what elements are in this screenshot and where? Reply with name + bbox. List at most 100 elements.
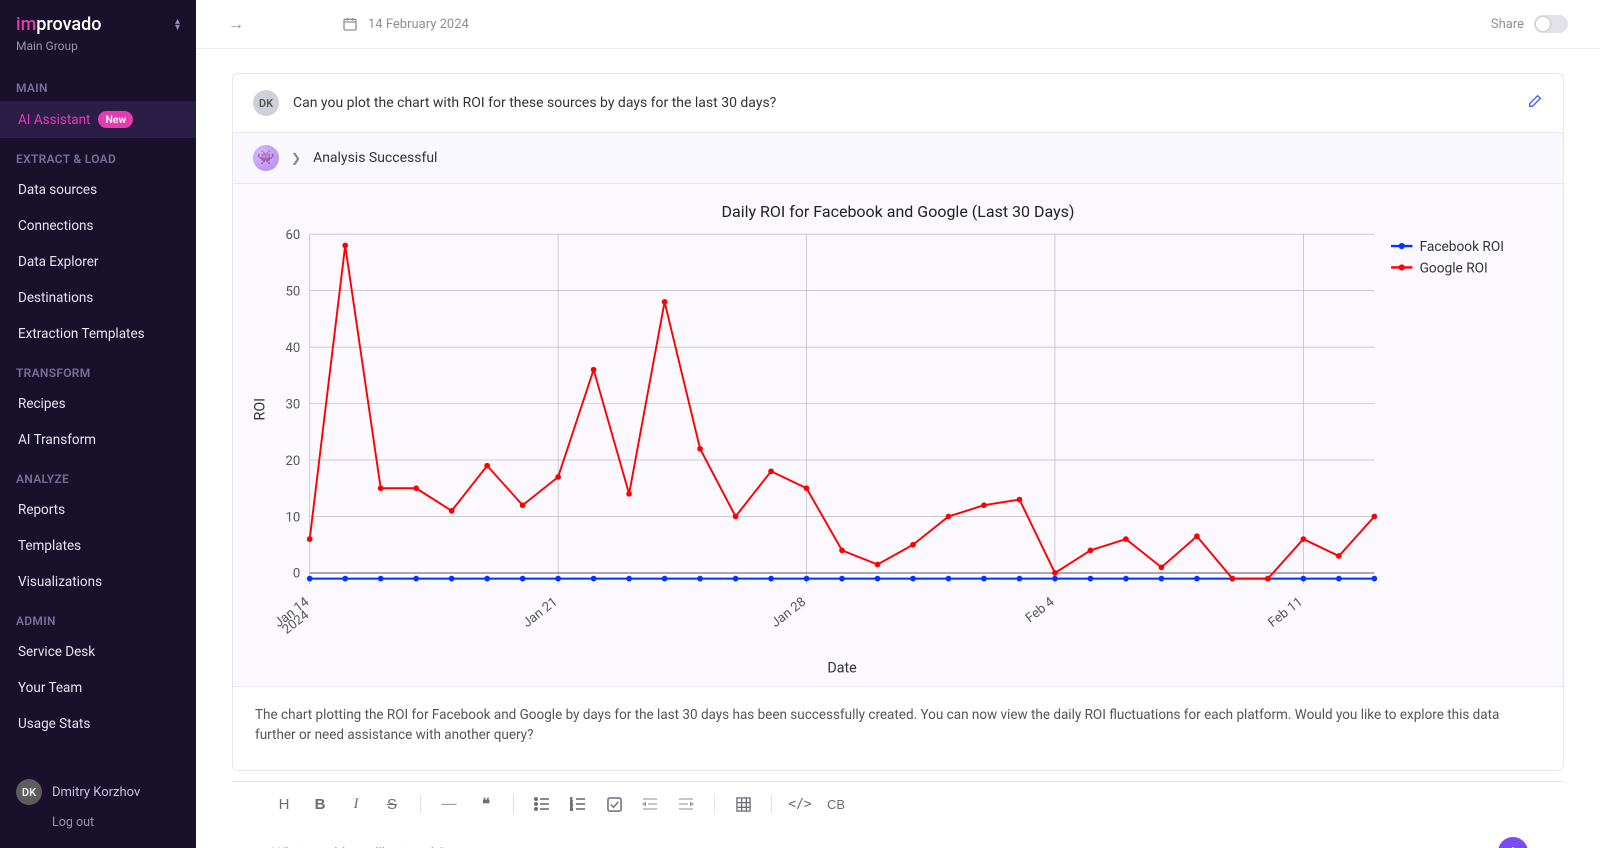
brand-provado: provado	[36, 14, 101, 35]
composer: H B I S — ❝ 123	[232, 781, 1564, 848]
sidebar-item-visualizations[interactable]: Visualizations	[0, 564, 196, 600]
sidebar-item-reports[interactable]: Reports	[0, 492, 196, 528]
calendar-icon	[342, 16, 358, 32]
sidebar-item-destinations[interactable]: Destinations	[0, 280, 196, 316]
svg-text:Google ROI: Google ROI	[1420, 260, 1488, 276]
avatar: DK	[16, 779, 42, 805]
sidebar-item-label: Extraction Templates	[18, 326, 145, 342]
sidebar-section-label: ADMIN	[0, 600, 196, 634]
svg-text:20: 20	[285, 454, 300, 469]
sidebar-item-your-team[interactable]: Your Team	[0, 670, 196, 706]
chart-container: Daily ROI for Facebook and Google (Last …	[233, 184, 1563, 686]
user-name: Dmitry Korzhov	[52, 785, 140, 800]
sidebar-item-label: Recipes	[18, 396, 66, 412]
user-avatar: DK	[253, 90, 279, 116]
format-ol-button[interactable]: 123	[562, 790, 594, 818]
svg-text:Date: Date	[827, 660, 857, 676]
sidebar-item-label: Data Explorer	[18, 254, 98, 270]
svg-text:0: 0	[293, 567, 300, 582]
format-heading-button[interactable]: H	[268, 790, 300, 818]
chevron-right-icon: ❯	[291, 151, 301, 165]
sidebar: improvado ▴▾ Main Group MAINAI Assistant…	[0, 0, 196, 848]
sidebar-item-label: Service Desk	[18, 644, 95, 660]
sidebar-item-ai-assistant[interactable]: AI Assistant New	[0, 101, 196, 138]
format-ul-button[interactable]	[526, 790, 558, 818]
svg-text:3: 3	[570, 808, 573, 811]
ai-status-header[interactable]: 👾 ❯ Analysis Successful	[233, 133, 1563, 184]
format-bold-button[interactable]: B	[304, 790, 336, 818]
sidebar-item-label: AI Transform	[18, 432, 96, 448]
format-code-button[interactable]: </>	[784, 790, 816, 818]
chart-title: Daily ROI for Facebook and Google (Last …	[243, 202, 1553, 221]
sidebar-item-label: Destinations	[18, 290, 93, 306]
format-table-button[interactable]	[727, 790, 759, 818]
svg-text:Feb 11: Feb 11	[1266, 595, 1306, 631]
user-message-row: DK Can you plot the chart with ROI for t…	[233, 74, 1563, 133]
format-codeblock-button[interactable]: CB	[820, 790, 852, 818]
sidebar-item-templates[interactable]: Templates	[0, 528, 196, 564]
sidebar-section-label: MAIN	[0, 67, 196, 101]
format-toolbar: H B I S — ❝ 123	[268, 782, 1528, 826]
svg-text:Feb 4: Feb 4	[1023, 594, 1058, 626]
sidebar-item-label: Reports	[18, 502, 65, 518]
svg-text:60: 60	[285, 228, 300, 243]
brand-logo[interactable]: improvado ▴▾	[0, 0, 196, 39]
sidebar-item-label: Data sources	[18, 182, 97, 198]
sidebar-item-label: Usage Stats	[18, 716, 90, 732]
prompt-input[interactable]	[268, 836, 1484, 848]
collapse-sidebar-icon[interactable]: →	[228, 14, 244, 34]
ai-summary-text: The chart plotting the ROI for Facebook …	[233, 686, 1563, 771]
date-display[interactable]: 14 February 2024	[342, 16, 469, 32]
share-toggle[interactable]	[1534, 15, 1568, 33]
format-quote-button[interactable]: ❝	[469, 790, 501, 818]
sidebar-item-data-sources[interactable]: Data sources	[0, 172, 196, 208]
svg-text:Facebook ROI: Facebook ROI	[1420, 239, 1504, 255]
sidebar-item-data-explorer[interactable]: Data Explorer	[0, 244, 196, 280]
current-user[interactable]: DK Dmitry Korzhov	[0, 767, 196, 809]
svg-text:30: 30	[285, 397, 300, 412]
sidebar-item-usage-stats[interactable]: Usage Stats	[0, 706, 196, 742]
format-indent-button[interactable]	[670, 790, 702, 818]
workspace-name[interactable]: Main Group	[0, 39, 196, 67]
sidebar-item-service-desk[interactable]: Service Desk	[0, 634, 196, 670]
ai-status-text: Analysis Successful	[313, 150, 437, 166]
ai-avatar-icon: 👾	[253, 145, 279, 171]
send-button[interactable]	[1498, 837, 1528, 848]
sidebar-item-ai-transform[interactable]: AI Transform	[0, 422, 196, 458]
svg-text:40: 40	[285, 341, 300, 356]
svg-text:Jan 21: Jan 21	[520, 595, 560, 631]
format-outdent-button[interactable]	[634, 790, 666, 818]
sidebar-item-label: Connections	[18, 218, 93, 234]
svg-text:ROI: ROI	[252, 398, 268, 421]
workspace-switch-icon[interactable]: ▴▾	[175, 19, 180, 31]
ai-response-block: 👾 ❯ Analysis Successful Daily ROI for Fa…	[233, 133, 1563, 770]
svg-text:50: 50	[285, 284, 300, 299]
sidebar-item-label: Your Team	[18, 680, 82, 696]
sidebar-section-label: EXTRACT & LOAD	[0, 138, 196, 172]
sidebar-item-connections[interactable]: Connections	[0, 208, 196, 244]
sidebar-item-extraction-templates[interactable]: Extraction Templates	[0, 316, 196, 352]
topbar: → 14 February 2024 Share	[196, 0, 1600, 49]
svg-text:Jan 28: Jan 28	[769, 595, 809, 631]
svg-text:10: 10	[285, 510, 300, 525]
sidebar-section-label: ANALYZE	[0, 458, 196, 492]
format-hr-button[interactable]: —	[433, 790, 465, 818]
sidebar-item-recipes[interactable]: Recipes	[0, 386, 196, 422]
roi-line-chart: 0102030405060Jan 142024Jan 21Jan 28Feb 4…	[243, 227, 1553, 680]
sidebar-item-label: Visualizations	[18, 574, 102, 590]
sidebar-section-label: TRANSFORM	[0, 352, 196, 386]
conversation-card: DK Can you plot the chart with ROI for t…	[232, 73, 1564, 771]
user-message-text: Can you plot the chart with ROI for thes…	[293, 95, 1513, 111]
format-strike-button[interactable]: S	[376, 790, 408, 818]
edit-message-icon[interactable]	[1527, 93, 1543, 113]
share-label: Share	[1491, 17, 1524, 32]
format-checklist-button[interactable]	[598, 790, 630, 818]
sidebar-item-label: Templates	[18, 538, 81, 554]
brand-im: im	[16, 14, 36, 35]
date-text: 14 February 2024	[368, 17, 469, 32]
main-area: → 14 February 2024 Share DK Can you plot…	[196, 0, 1600, 848]
logout-link[interactable]: Log out	[0, 809, 196, 848]
new-badge: New	[98, 111, 133, 128]
format-italic-button[interactable]: I	[340, 790, 372, 818]
sidebar-item-label: AI Assistant	[18, 112, 90, 128]
